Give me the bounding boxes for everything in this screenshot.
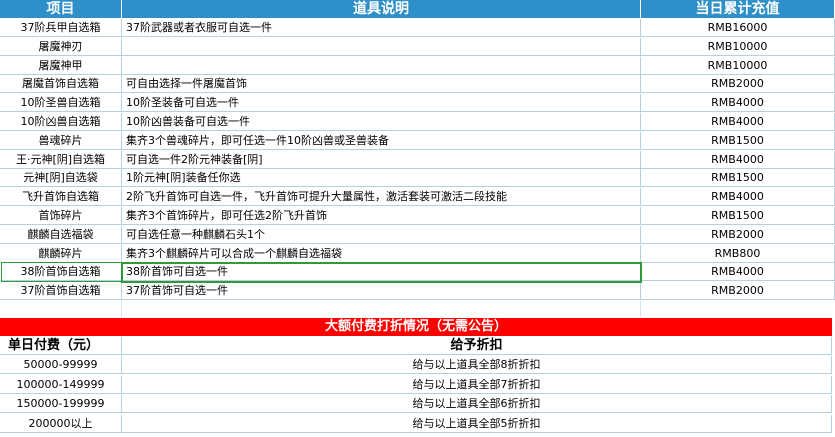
table-row: 38阶首饰自选箱 38阶首饰可自选一件 RMB4000 (0, 263, 835, 282)
table-row: 兽魂碎片 集齐3个兽魂碎片，即可任选一件10阶凶兽或圣兽装备 RMB1500 (0, 131, 835, 150)
discount-row: 150000-199999 给与以上道具全部6折折扣 (0, 395, 832, 413)
item-name-cell[interactable]: 10阶凶兽自选箱 (0, 113, 122, 131)
item-description-cell[interactable] (122, 56, 641, 75)
item-amount-cell[interactable]: RMB16000 (641, 19, 835, 37)
discount-value-cell[interactable]: 给与以上道具全部8折折扣 (122, 356, 832, 374)
discount-range-cell[interactable]: 100000-149999 (0, 375, 122, 394)
table-row: 麒麟自选福袋 可自选任意一种麒麟石头1个 RMB2000 (0, 225, 835, 244)
item-description-cell[interactable]: 集齐3个首饰碎片，即可任选2阶飞升首饰 (122, 207, 641, 225)
discount-range-cell[interactable]: 150000-199999 (0, 395, 122, 413)
table-row: 飞升首饰自选箱 2阶飞升首饰可自选一件，飞升首饰可提升大量属性，激活套装可激活二段… (0, 188, 835, 207)
header-amount[interactable]: 当日累计充值 (641, 0, 835, 18)
item-amount-cell[interactable]: RMB1500 (641, 169, 835, 188)
item-amount-cell[interactable]: RMB800 (641, 244, 835, 263)
discount-value-cell[interactable]: 给与以上道具全部7折折扣 (122, 375, 832, 394)
item-name-cell[interactable]: 元神[阴]自选袋 (0, 169, 122, 188)
item-name-cell[interactable]: 王·元神[阴]自选箱 (0, 150, 122, 169)
table-row: 10阶凶兽自选箱 10阶凶兽装备可自选一件 RMB4000 (0, 113, 835, 131)
item-description-cell[interactable]: 集齐3个兽魂碎片，即可任选一件10阶凶兽或圣兽装备 (122, 131, 641, 150)
item-amount-cell[interactable]: RMB4000 (641, 94, 835, 113)
discount-row: 200000以上 给与以上道具全部5折折扣 (0, 414, 832, 433)
item-description-cell[interactable]: 37阶首饰可自选一件 (122, 282, 641, 301)
item-description-cell[interactable]: 可自选任意一种麒麟石头1个 (122, 225, 641, 244)
item-amount-cell[interactable]: RMB4000 (641, 113, 835, 131)
item-description-cell[interactable]: 37阶武器或者衣服可自选一件 (122, 19, 641, 37)
item-description-cell[interactable]: 集齐3个麒麟碎片可以合成一个麒麟自选福袋 (122, 244, 641, 263)
item-amount-cell[interactable]: RMB2000 (641, 75, 835, 94)
item-name-cell[interactable]: 兽魂碎片 (0, 131, 122, 150)
item-description-cell[interactable]: 2阶飞升首饰可自选一件，飞升首饰可提升大量属性，激活套装可激活二段技能 (122, 188, 641, 207)
discount-range-cell[interactable]: 50000-99999 (0, 356, 122, 374)
header-item[interactable]: 项目 (0, 0, 122, 18)
item-name-cell[interactable]: 飞升首饰自选箱 (0, 188, 122, 207)
item-description-cell[interactable]: 可自选一件2阶元神装备[阴] (122, 150, 641, 169)
item-amount-cell[interactable]: RMB4000 (641, 263, 835, 282)
item-amount-cell[interactable]: RMB1500 (641, 207, 835, 225)
table-row: 屠魔神刃 RMB10000 (0, 37, 835, 56)
item-name-cell[interactable]: 38阶首饰自选箱 (0, 263, 122, 282)
item-amount-cell[interactable]: RMB1500 (641, 131, 835, 150)
table-row: 屠魔神甲 RMB10000 (0, 56, 835, 75)
item-description-cell[interactable]: 38阶首饰可自选一件 (122, 263, 641, 282)
discount-row: 100000-149999 给与以上道具全部7折折扣 (0, 375, 832, 394)
table-row: 王·元神[阴]自选箱 可自选一件2阶元神装备[阴] RMB4000 (0, 150, 835, 169)
item-name-cell[interactable]: 屠魔首饰自选箱 (0, 75, 122, 94)
discount-title[interactable]: 大额付费打折情况（无需公告） (0, 318, 832, 336)
table-row: 元神[阴]自选袋 1阶元神[阴]装备任你选 RMB1500 (0, 169, 835, 188)
item-name-cell[interactable]: 屠魔神甲 (0, 56, 122, 75)
item-description-cell[interactable]: 10阶凶兽装备可自选一件 (122, 113, 641, 131)
table-header: 项目 道具说明 当日累计充值 (0, 0, 835, 18)
discount-row: 50000-99999 给与以上道具全部8折折扣 (0, 356, 832, 374)
item-name-cell[interactable]: 麒麟自选福袋 (0, 225, 122, 244)
discount-range-cell[interactable]: 200000以上 (0, 414, 122, 433)
table-row: 麒麟碎片 集齐3个麒麟碎片可以合成一个麒麟自选福袋 RMB800 (0, 244, 835, 263)
table-row: 10阶圣兽自选箱 10阶圣装备可自选一件 RMB4000 (0, 94, 835, 113)
item-amount-cell[interactable]: RMB4000 (641, 188, 835, 207)
item-name-cell[interactable]: 首饰碎片 (0, 207, 122, 225)
item-description-cell[interactable] (122, 37, 641, 56)
discount-value-cell[interactable]: 给与以上道具全部5折折扣 (122, 414, 832, 433)
discount-header: 单日付费（元） 给予折扣 (0, 337, 832, 355)
item-description-cell[interactable]: 可自由选择一件屠魔首饰 (122, 75, 641, 94)
item-name-cell[interactable]: 10阶圣兽自选箱 (0, 94, 122, 113)
table-row: 屠魔首饰自选箱 可自由选择一件屠魔首饰 RMB2000 (0, 75, 835, 94)
item-amount-cell[interactable]: RMB2000 (641, 225, 835, 244)
item-name-cell[interactable]: 37阶兵甲自选箱 (0, 19, 122, 37)
table-row: 37阶兵甲自选箱 37阶武器或者衣服可自选一件 RMB16000 (0, 19, 835, 37)
header-daily-pay[interactable]: 单日付费（元） (0, 337, 122, 355)
item-amount-cell[interactable]: RMB4000 (641, 150, 835, 169)
item-amount-cell[interactable]: RMB10000 (641, 56, 835, 75)
empty-row[interactable] (0, 301, 835, 317)
header-discount[interactable]: 给予折扣 (122, 337, 832, 355)
item-amount-cell[interactable]: RMB2000 (641, 282, 835, 301)
item-description-cell[interactable]: 10阶圣装备可自选一件 (122, 94, 641, 113)
header-description[interactable]: 道具说明 (122, 0, 641, 18)
table-row: 37阶首饰自选箱 37阶首饰可自选一件 RMB2000 (0, 282, 835, 301)
discount-value-cell[interactable]: 给与以上道具全部6折折扣 (122, 395, 832, 413)
item-amount-cell[interactable]: RMB10000 (641, 37, 835, 56)
table-row: 首饰碎片 集齐3个首饰碎片，即可任选2阶飞升首饰 RMB1500 (0, 207, 835, 225)
item-name-cell[interactable]: 37阶首饰自选箱 (0, 282, 122, 301)
item-description-cell[interactable]: 1阶元神[阴]装备任你选 (122, 169, 641, 188)
item-name-cell[interactable]: 麒麟碎片 (0, 244, 122, 263)
item-name-cell[interactable]: 屠魔神刃 (0, 37, 122, 56)
